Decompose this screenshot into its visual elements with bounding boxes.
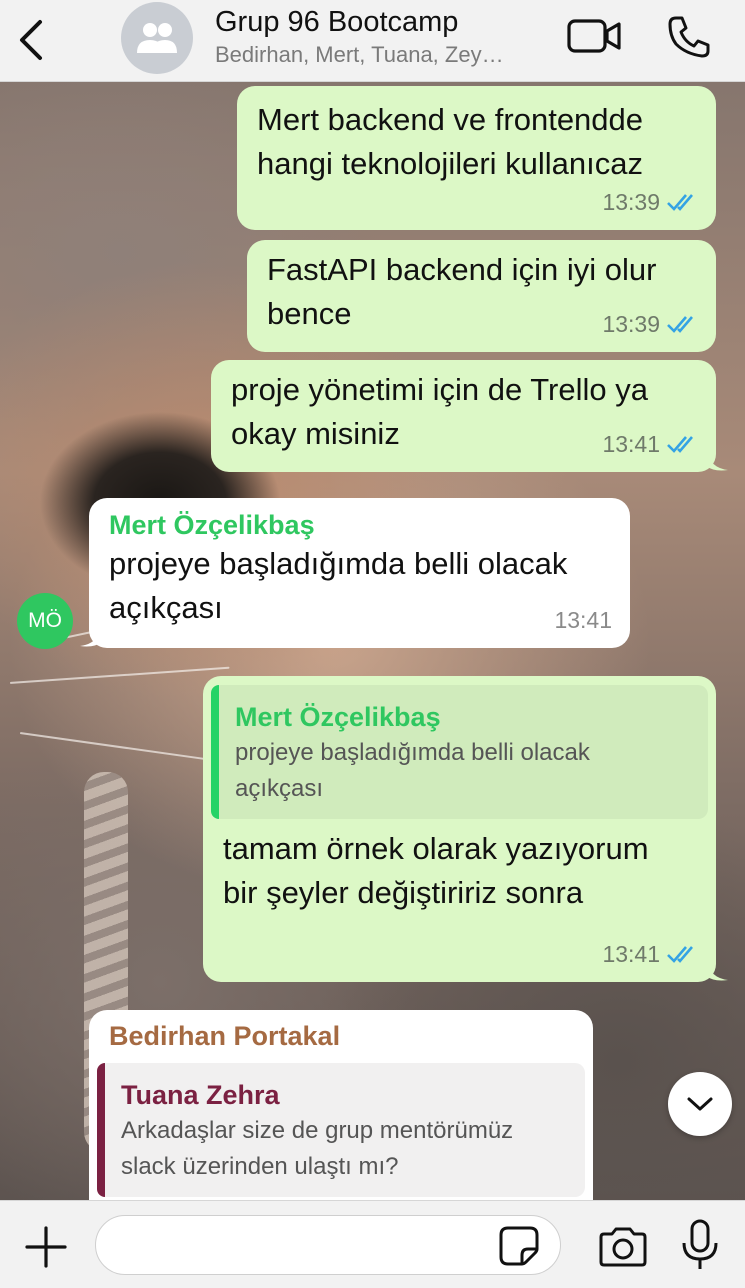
- read-ticks-icon: [667, 316, 693, 333]
- message-meta: 13:41: [602, 422, 698, 466]
- message-text-line: Mert backend ve frontendde: [257, 102, 644, 137]
- plus-icon[interactable]: [24, 1225, 68, 1269]
- wallpaper-whisker: [9, 666, 230, 684]
- video-call-icon[interactable]: [566, 16, 622, 56]
- message-time: 13:39: [602, 311, 660, 337]
- message-text-line: tamam örnek olarak yazıyorum: [223, 831, 649, 866]
- message-text-line: projeye başladığımda belli olacak: [109, 546, 568, 581]
- phone-call-icon[interactable]: [666, 14, 712, 60]
- incoming-message[interactable]: Mert Özçelikbaş projeye başladığımda bel…: [89, 498, 630, 648]
- outgoing-message[interactable]: proje yönetimi için de Trello ya okay mi…: [211, 360, 716, 472]
- chevron-left-icon[interactable]: [14, 18, 50, 62]
- chat-members-subtitle[interactable]: Bedirhan, Mert, Tuana, Zey…: [215, 42, 545, 68]
- group-avatar[interactable]: [121, 2, 193, 74]
- read-ticks-icon: [667, 194, 693, 211]
- sender-avatar[interactable]: MÖ: [17, 593, 73, 649]
- message-time: 13:41: [602, 431, 660, 457]
- quoted-sender-name: Tuana Zehra: [121, 1080, 280, 1110]
- message-meta: 13:39: [602, 180, 698, 224]
- chat-header: Grup 96 Bootcamp Bedirhan, Mert, Tuana, …: [0, 0, 745, 82]
- incoming-reply-message[interactable]: Bedirhan Portakal Tuana Zehra Arkadaşlar…: [89, 1010, 593, 1210]
- group-avatar-icon: [137, 23, 177, 53]
- read-ticks-icon: [667, 946, 693, 963]
- message-time: 13:41: [554, 607, 612, 633]
- scroll-to-bottom-button[interactable]: [668, 1072, 732, 1136]
- message-text-line: proje yönetimi için de Trello ya: [231, 372, 648, 407]
- message-text-line: FastAPI backend için iyi olur: [267, 252, 657, 287]
- quoted-text-line: projeye başladığımda belli olacak: [235, 739, 590, 766]
- chevron-down-icon: [687, 1097, 713, 1111]
- message-composer: [0, 1200, 745, 1288]
- quoted-message[interactable]: Tuana Zehra Arkadaşlar size de grup ment…: [97, 1063, 585, 1197]
- chat-title[interactable]: Grup 96 Bootcamp: [215, 6, 458, 39]
- outgoing-message[interactable]: FastAPI backend için iyi olur bence 13:3…: [247, 240, 716, 352]
- sticker-icon[interactable]: [498, 1225, 540, 1267]
- message-meta: 13:39: [602, 302, 698, 346]
- message-time: 13:41: [602, 941, 660, 967]
- message-sender-name[interactable]: Bedirhan Portakal: [97, 1019, 585, 1053]
- message-sender-name[interactable]: Mert Özçelikbaş: [109, 508, 610, 542]
- message-input[interactable]: [95, 1215, 561, 1275]
- message-text-line: açıkçası: [109, 590, 223, 625]
- message-meta: 13:41: [554, 598, 612, 642]
- quoted-text-line: açıkçası: [235, 775, 324, 802]
- quoted-text-line: Arkadaşlar size de grup mentörümüz: [121, 1117, 514, 1144]
- bubble-tail: [706, 960, 728, 981]
- quoted-sender-name: Mert Özçelikbaş: [235, 702, 441, 732]
- quoted-text-line: slack üzerinden ulaştı mı?: [121, 1153, 399, 1180]
- message-meta: 13:41: [602, 932, 698, 976]
- outgoing-message[interactable]: Mert backend ve frontendde hangi teknolo…: [237, 86, 716, 230]
- microphone-icon[interactable]: [680, 1219, 720, 1271]
- outgoing-reply-message[interactable]: Mert Özçelikbaş projeye başladığımda bel…: [203, 676, 716, 982]
- quoted-message[interactable]: Mert Özçelikbaş projeye başladığımda bel…: [211, 685, 708, 819]
- bubble-tail: [706, 450, 728, 471]
- wallpaper-whisker: [19, 732, 219, 762]
- message-text-line: bir şeyler değiştiririz sonra: [223, 875, 584, 910]
- message-time: 13:39: [602, 189, 660, 215]
- camera-icon[interactable]: [597, 1227, 649, 1267]
- read-ticks-icon: [667, 436, 693, 453]
